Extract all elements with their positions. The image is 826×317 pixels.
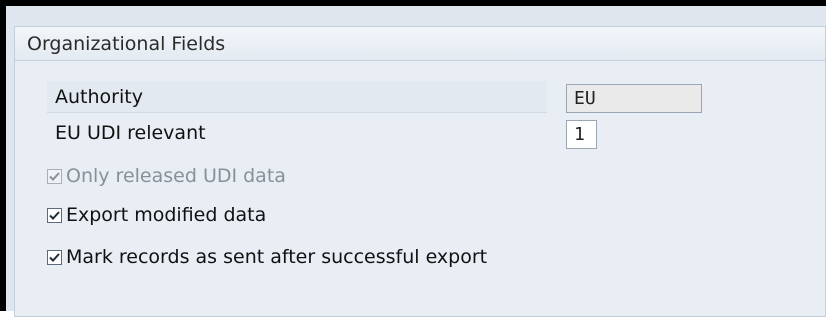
checkbox-export-modified-data[interactable]: Export modified data [47,199,266,231]
mark-records-as-sent-checkbox[interactable] [47,249,62,265]
eu-udi-relevant-field[interactable]: 1 [566,120,597,149]
export-modified-data-label: Export modified data [66,204,267,226]
only-released-udi-data-checkbox [47,168,62,184]
window-frame: Organizational Fields Authority EU EU UD… [0,0,826,317]
group-title: Organizational Fields [15,27,825,61]
checkbox-mark-records-as-sent[interactable]: Mark records as sent after successful ex… [47,241,487,273]
check-icon [49,252,60,262]
eu-udi-relevant-label-row: EU UDI relevant [47,117,547,149]
check-icon [49,171,60,181]
authority-label: Authority [55,85,143,108]
authority-label-row: Authority [47,81,547,113]
eu-udi-relevant-label: EU UDI relevant [55,122,206,144]
organizational-fields-group: Organizational Fields Authority EU EU UD… [14,26,826,317]
only-released-udi-data-label: Only released UDI data [66,165,286,187]
mark-records-as-sent-label: Mark records as sent after successful ex… [66,246,488,268]
authority-field: EU [566,84,702,113]
checkbox-only-released-udi-data: Only released UDI data [47,160,286,192]
export-modified-data-checkbox[interactable] [47,207,62,223]
check-icon [49,210,60,220]
